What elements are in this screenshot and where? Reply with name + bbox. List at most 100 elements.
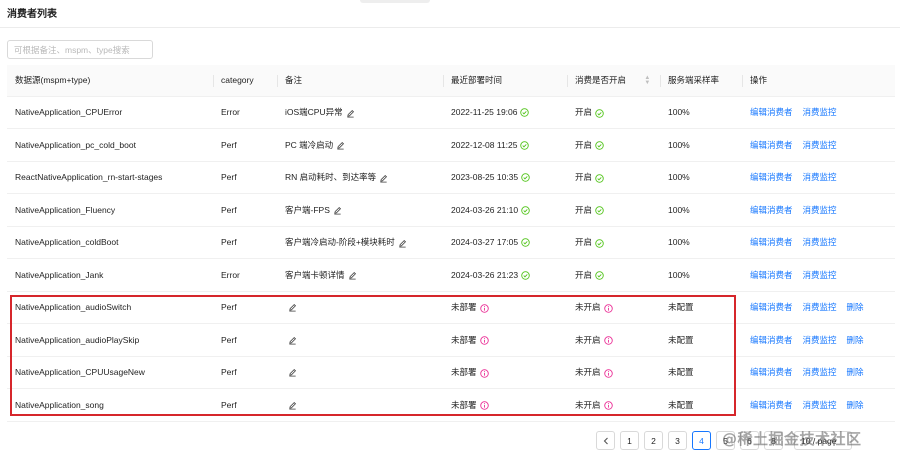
note-text: iOS端CPU异常 xyxy=(285,107,343,118)
cell-category: Perf xyxy=(213,356,277,389)
check-circle-icon xyxy=(595,206,604,215)
cell-consume: 未开启 xyxy=(567,388,660,422)
pencil-icon[interactable] xyxy=(346,109,355,118)
pencil-icon[interactable] xyxy=(288,401,297,410)
cell-note: 客户端冷启动-阶段+模块耗时 xyxy=(277,226,443,259)
cell-actions: 编辑消费者 消费监控 xyxy=(742,193,895,227)
cell-actions: 编辑消费者 消费监控 xyxy=(742,161,895,194)
cell-sampling-rate: 未配置 xyxy=(660,388,742,422)
edit-consumer-link[interactable]: 编辑消费者 xyxy=(750,172,793,182)
cell-consume: 未开启 xyxy=(567,356,660,389)
table-row: ReactNativeApplication_rn-start-stages Pe… xyxy=(7,161,895,194)
table-row: NativeApplication_CPUError Error iOS端CPU异常… xyxy=(7,96,895,129)
cell-actions: 编辑消费者 消费监控 删除 xyxy=(742,388,895,422)
cell-consume: 开启 xyxy=(567,128,660,162)
cell-category: Perf xyxy=(213,193,277,227)
sort-icon[interactable]: ▲ ▼ xyxy=(644,75,650,86)
info-circle-icon xyxy=(479,336,489,345)
cell-last-deploy: 2024-03-27 17:05 xyxy=(443,226,567,259)
edit-consumer-link[interactable]: 编辑消费者 xyxy=(750,107,793,117)
pencil-icon[interactable] xyxy=(379,174,388,183)
edit-consumer-link[interactable]: 编辑消费者 xyxy=(750,270,793,280)
edit-consumer-link[interactable]: 编辑消费者 xyxy=(750,335,793,345)
info-circle-icon xyxy=(479,303,489,313)
cell-actions: 编辑消费者 消费监控 删除 xyxy=(742,356,895,389)
pencil-icon[interactable] xyxy=(333,206,342,215)
header-source: 数据源(mspm+type) xyxy=(7,65,213,97)
cell-sampling-rate: 未配置 xyxy=(660,356,742,389)
edit-consumer-link[interactable]: 编辑消费者 xyxy=(750,140,793,150)
check-circle-icon xyxy=(595,141,604,150)
consume-monitor-link[interactable]: 消费监控 xyxy=(803,140,837,150)
delete-link[interactable]: 删除 xyxy=(847,335,864,345)
prev-page-button[interactable] xyxy=(596,431,615,450)
consume-text: 未开启 xyxy=(575,399,601,410)
consume-monitor-link[interactable]: 消费监控 xyxy=(803,400,837,410)
consume-monitor-link[interactable]: 消费监控 xyxy=(803,205,837,215)
page-button-4[interactable]: 4 xyxy=(692,431,711,450)
page-button-2[interactable]: 2 xyxy=(644,431,663,450)
deploy-text: 2024-03-26 21:10 xyxy=(451,204,519,215)
cell-consume: 开启 xyxy=(567,161,660,194)
cell-sampling-rate: 100% xyxy=(660,161,742,194)
delete-link[interactable]: 删除 xyxy=(847,302,864,312)
cell-note: iOS端CPU异常 xyxy=(277,96,443,129)
pencil-icon[interactable] xyxy=(336,141,345,150)
consume-monitor-link[interactable]: 消费监控 xyxy=(803,172,837,182)
consume-monitor-link[interactable]: 消费监控 xyxy=(803,237,837,247)
pencil-icon[interactable] xyxy=(348,271,357,280)
cell-note xyxy=(277,323,443,357)
delete-link[interactable]: 删除 xyxy=(847,400,864,410)
info-circle-icon xyxy=(603,368,613,378)
edit-consumer-link[interactable]: 编辑消费者 xyxy=(750,367,793,377)
pencil-icon[interactable] xyxy=(398,239,407,248)
cell-note xyxy=(277,388,443,422)
pencil-icon[interactable] xyxy=(288,368,297,377)
cell-category: Error xyxy=(213,258,277,292)
search-input[interactable] xyxy=(7,40,153,59)
cell-consume: 开启 xyxy=(567,193,660,227)
delete-link[interactable]: 删除 xyxy=(847,367,864,377)
pencil-icon[interactable] xyxy=(288,336,297,345)
info-circle-icon xyxy=(603,336,613,345)
consume-monitor-link[interactable]: 消费监控 xyxy=(803,270,837,280)
consume-monitor-link[interactable]: 消费监控 xyxy=(803,367,837,377)
table-row: NativeApplication_Jank Error 客户端卡顿详情 2024-0… xyxy=(7,258,895,292)
cell-actions: 编辑消费者 消费监控 xyxy=(742,258,895,292)
edit-consumer-link[interactable]: 编辑消费者 xyxy=(750,237,793,247)
cell-consume: 开启 xyxy=(567,96,660,129)
deploy-text: 未部署 xyxy=(451,302,477,313)
deploy-text: 2022-12-08 11:25 xyxy=(451,139,518,150)
consume-monitor-link[interactable]: 消费监控 xyxy=(803,107,837,117)
header-category: category xyxy=(213,65,277,97)
check-circle-icon xyxy=(595,271,604,280)
page-button-1[interactable]: 1 xyxy=(620,431,639,450)
edit-consumer-link[interactable]: 编辑消费者 xyxy=(750,205,793,215)
edit-consumer-link[interactable]: 编辑消费者 xyxy=(750,302,793,312)
consume-monitor-link[interactable]: 消费监控 xyxy=(803,335,837,345)
page-button-3[interactable]: 3 xyxy=(668,431,687,450)
edit-consumer-link[interactable]: 编辑消费者 xyxy=(750,400,793,410)
header-consume-enabled[interactable]: 消费是否开启 ▲ ▼ xyxy=(567,65,660,97)
cell-sampling-rate: 100% xyxy=(660,96,742,129)
cell-note: 客户端-FPS xyxy=(277,193,443,227)
info-circle-icon xyxy=(603,303,613,313)
cell-last-deploy: 2022-11-25 19:06 xyxy=(443,96,567,129)
cell-consume: 开启 xyxy=(567,226,660,259)
check-circle-icon xyxy=(520,141,530,150)
cell-category: Perf xyxy=(213,323,277,357)
pencil-icon[interactable] xyxy=(288,303,297,312)
cell-note xyxy=(277,291,443,324)
cell-source: NativeApplication_pc_cold_boot xyxy=(7,128,213,162)
cell-category: Error xyxy=(213,96,277,129)
cell-sampling-rate: 100% xyxy=(660,193,742,227)
cell-source: ReactNativeApplication_rn-start-stages xyxy=(7,161,213,194)
header-sampling-rate: 服务端采样率 xyxy=(660,65,742,97)
table-row: NativeApplication_audioSwitch Perf 未部署 未开启 未… xyxy=(7,291,895,324)
cell-source: NativeApplication_Fluency xyxy=(7,193,213,227)
consume-monitor-link[interactable]: 消费监控 xyxy=(803,302,837,312)
cell-source: NativeApplication_audioPlaySkip xyxy=(7,323,213,357)
deploy-text: 2023-08-25 10:35 xyxy=(451,172,519,183)
header-note: 备注 xyxy=(277,65,443,97)
note-text: PC 端冷启动 xyxy=(285,139,334,150)
